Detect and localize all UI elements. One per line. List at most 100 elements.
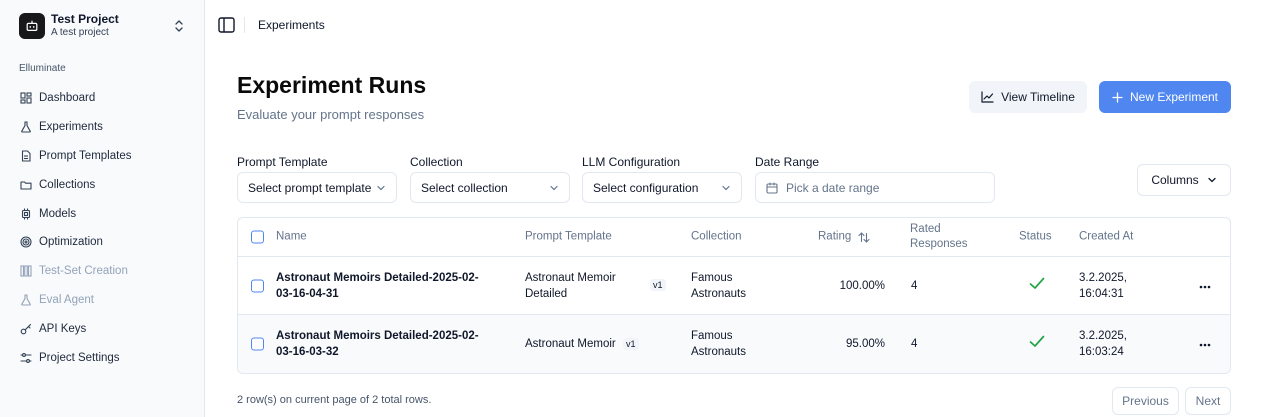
row-checkbox[interactable] (251, 279, 264, 292)
filter-label: Collection (410, 155, 463, 169)
key-icon (19, 322, 32, 335)
header-collection[interactable]: Collection (691, 230, 742, 245)
sidebar-nav: Dashboard Experiments Prompt Templates C… (12, 84, 193, 372)
top-bar: Experiments (206, 0, 1264, 50)
chevron-down-icon (1208, 177, 1216, 183)
row-template-line1: Astronaut Memoir (525, 338, 616, 350)
version-badge: v1 (650, 279, 666, 291)
row-rated-responses: 4 (911, 279, 918, 292)
row-created-line1: 3.2.2025, (1079, 330, 1127, 342)
sidebar-item-label: API Keys (39, 322, 87, 335)
header-rated-responses[interactable]: Rated Responses (910, 222, 968, 252)
row-collection-line2: Astronauts (691, 287, 746, 300)
header-created-at[interactable]: Created At (1079, 230, 1133, 245)
prompt-template-select[interactable]: Select prompt template (237, 172, 397, 203)
flask-icon (19, 121, 32, 134)
project-name: Test Project (51, 12, 119, 26)
sidebar-item-dashboard[interactable]: Dashboard (12, 84, 193, 113)
sidebar-item-label: Eval Agent (39, 293, 94, 306)
row-prompt-template: Astronaut Memoir Detailed (525, 270, 665, 302)
row-rated-responses: 4 (911, 338, 918, 350)
select-all-checkbox[interactable] (251, 230, 264, 244)
table-row[interactable]: Astronaut Memoirs Detailed-2025-02- 03-1… (238, 257, 1230, 315)
grid-icon (19, 92, 32, 105)
select-value: Select prompt template (248, 180, 372, 195)
row-created-line2: 16:03:24 (1079, 346, 1124, 358)
row-name-line1: Astronaut Memoirs Detailed-2025-02- (276, 271, 479, 284)
row-collection: Famous Astronauts (691, 328, 746, 360)
chevron-down-icon (550, 185, 558, 191)
header-prompt-template[interactable]: Prompt Template (525, 230, 612, 245)
experiments-table: Name Prompt Template Collection Rating R… (237, 217, 1231, 374)
sidebar-item-test-set-creation[interactable]: Test-Set Creation (12, 257, 193, 286)
file-icon (19, 149, 32, 162)
sidebar-section-label: Elluminate (19, 63, 66, 74)
row-collection: Famous Astronauts (691, 270, 746, 302)
sidebar-item-label: Models (39, 207, 77, 220)
chevron-down-icon (722, 185, 730, 191)
sidebar-item-project-settings[interactable]: Project Settings (12, 343, 193, 372)
select-value: Select configuration (593, 180, 699, 195)
previous-page-button[interactable]: Previous (1112, 387, 1179, 415)
row-prompt-template: Astronaut Memoir (525, 336, 665, 352)
row-created-at: 3.2.2025, 16:03:24 (1079, 328, 1127, 360)
header-status[interactable]: Status (1019, 230, 1052, 245)
filter-prompt-template: Prompt Template Select prompt template (237, 155, 397, 203)
row-collection-line1: Famous (691, 330, 733, 342)
header-rating[interactable]: Rating (818, 230, 870, 245)
table-header-row: Name Prompt Template Collection Rating R… (238, 218, 1230, 257)
filter-label: Date Range (755, 155, 820, 169)
more-actions-icon[interactable] (1199, 278, 1211, 294)
sort-icon (858, 231, 870, 243)
new-experiment-button[interactable]: New Experiment (1099, 81, 1231, 113)
sidebar-item-label: Prompt Templates (39, 149, 132, 162)
sidebar-toggle-icon[interactable] (217, 16, 235, 34)
sidebar-item-api-keys[interactable]: API Keys (12, 314, 193, 343)
collection-select[interactable]: Select collection (410, 172, 570, 203)
folder-icon (19, 178, 32, 191)
row-name-line2: 03-16-03-32 (276, 346, 339, 358)
project-switcher[interactable]: Test Project A test project (12, 8, 193, 44)
view-timeline-label: View Timeline (1001, 90, 1075, 104)
date-range-picker[interactable]: Pick a date range (755, 172, 995, 203)
row-template-line1: Astronaut Memoir (525, 271, 616, 284)
sidebar-item-eval-agent[interactable]: Eval Agent (12, 286, 193, 315)
sidebar-item-label: Optimization (39, 236, 103, 249)
sidebar-item-optimization[interactable]: Optimization (12, 228, 193, 257)
view-timeline-button[interactable]: View Timeline (969, 81, 1087, 113)
row-checkbox[interactable] (251, 337, 264, 351)
next-page-button[interactable]: Next (1185, 387, 1231, 415)
more-actions-icon[interactable] (1199, 336, 1211, 352)
sidebar-item-prompt-templates[interactable]: Prompt Templates (12, 142, 193, 171)
header-name[interactable]: Name (276, 230, 307, 245)
check-icon (1029, 277, 1045, 295)
sliders-icon (19, 351, 32, 364)
breadcrumb[interactable]: Experiments (258, 18, 325, 32)
sidebar-item-experiments[interactable]: Experiments (12, 113, 193, 142)
row-collection-line2: Astronauts (691, 346, 746, 358)
sidebar-item-label: Dashboard (39, 92, 96, 105)
pagination-summary: 2 row(s) on current page of 2 total rows… (237, 394, 432, 406)
table-row[interactable]: Astronaut Memoirs Detailed-2025-02- 03-1… (238, 315, 1230, 373)
row-name[interactable]: Astronaut Memoirs Detailed-2025-02- 03-1… (276, 270, 496, 302)
bot-icon (19, 13, 45, 39)
sidebar-item-models[interactable]: Models (12, 199, 193, 228)
row-rating: 100.00% (839, 279, 885, 292)
header-rating-label: Rating (818, 230, 852, 243)
filter-date-range: Date Range Pick a date range (755, 155, 995, 203)
header-rated-line1: Rated (910, 223, 941, 235)
chip-icon (19, 207, 32, 220)
row-name-line2: 03-16-04-31 (276, 287, 339, 300)
bars-icon (19, 265, 32, 278)
sidebar-item-label: Experiments (39, 121, 103, 134)
columns-button[interactable]: Columns (1137, 164, 1231, 196)
page-subtitle: Evaluate your prompt responses (237, 107, 425, 122)
divider (244, 17, 245, 33)
chevrons-up-down-icon (173, 19, 185, 36)
columns-label: Columns (1151, 173, 1199, 187)
sidebar-item-collections[interactable]: Collections (12, 170, 193, 199)
filter-label: Prompt Template (237, 155, 328, 169)
llm-configuration-select[interactable]: Select configuration (582, 172, 742, 203)
target-icon (19, 236, 32, 249)
row-name[interactable]: Astronaut Memoirs Detailed-2025-02- 03-1… (276, 328, 496, 360)
